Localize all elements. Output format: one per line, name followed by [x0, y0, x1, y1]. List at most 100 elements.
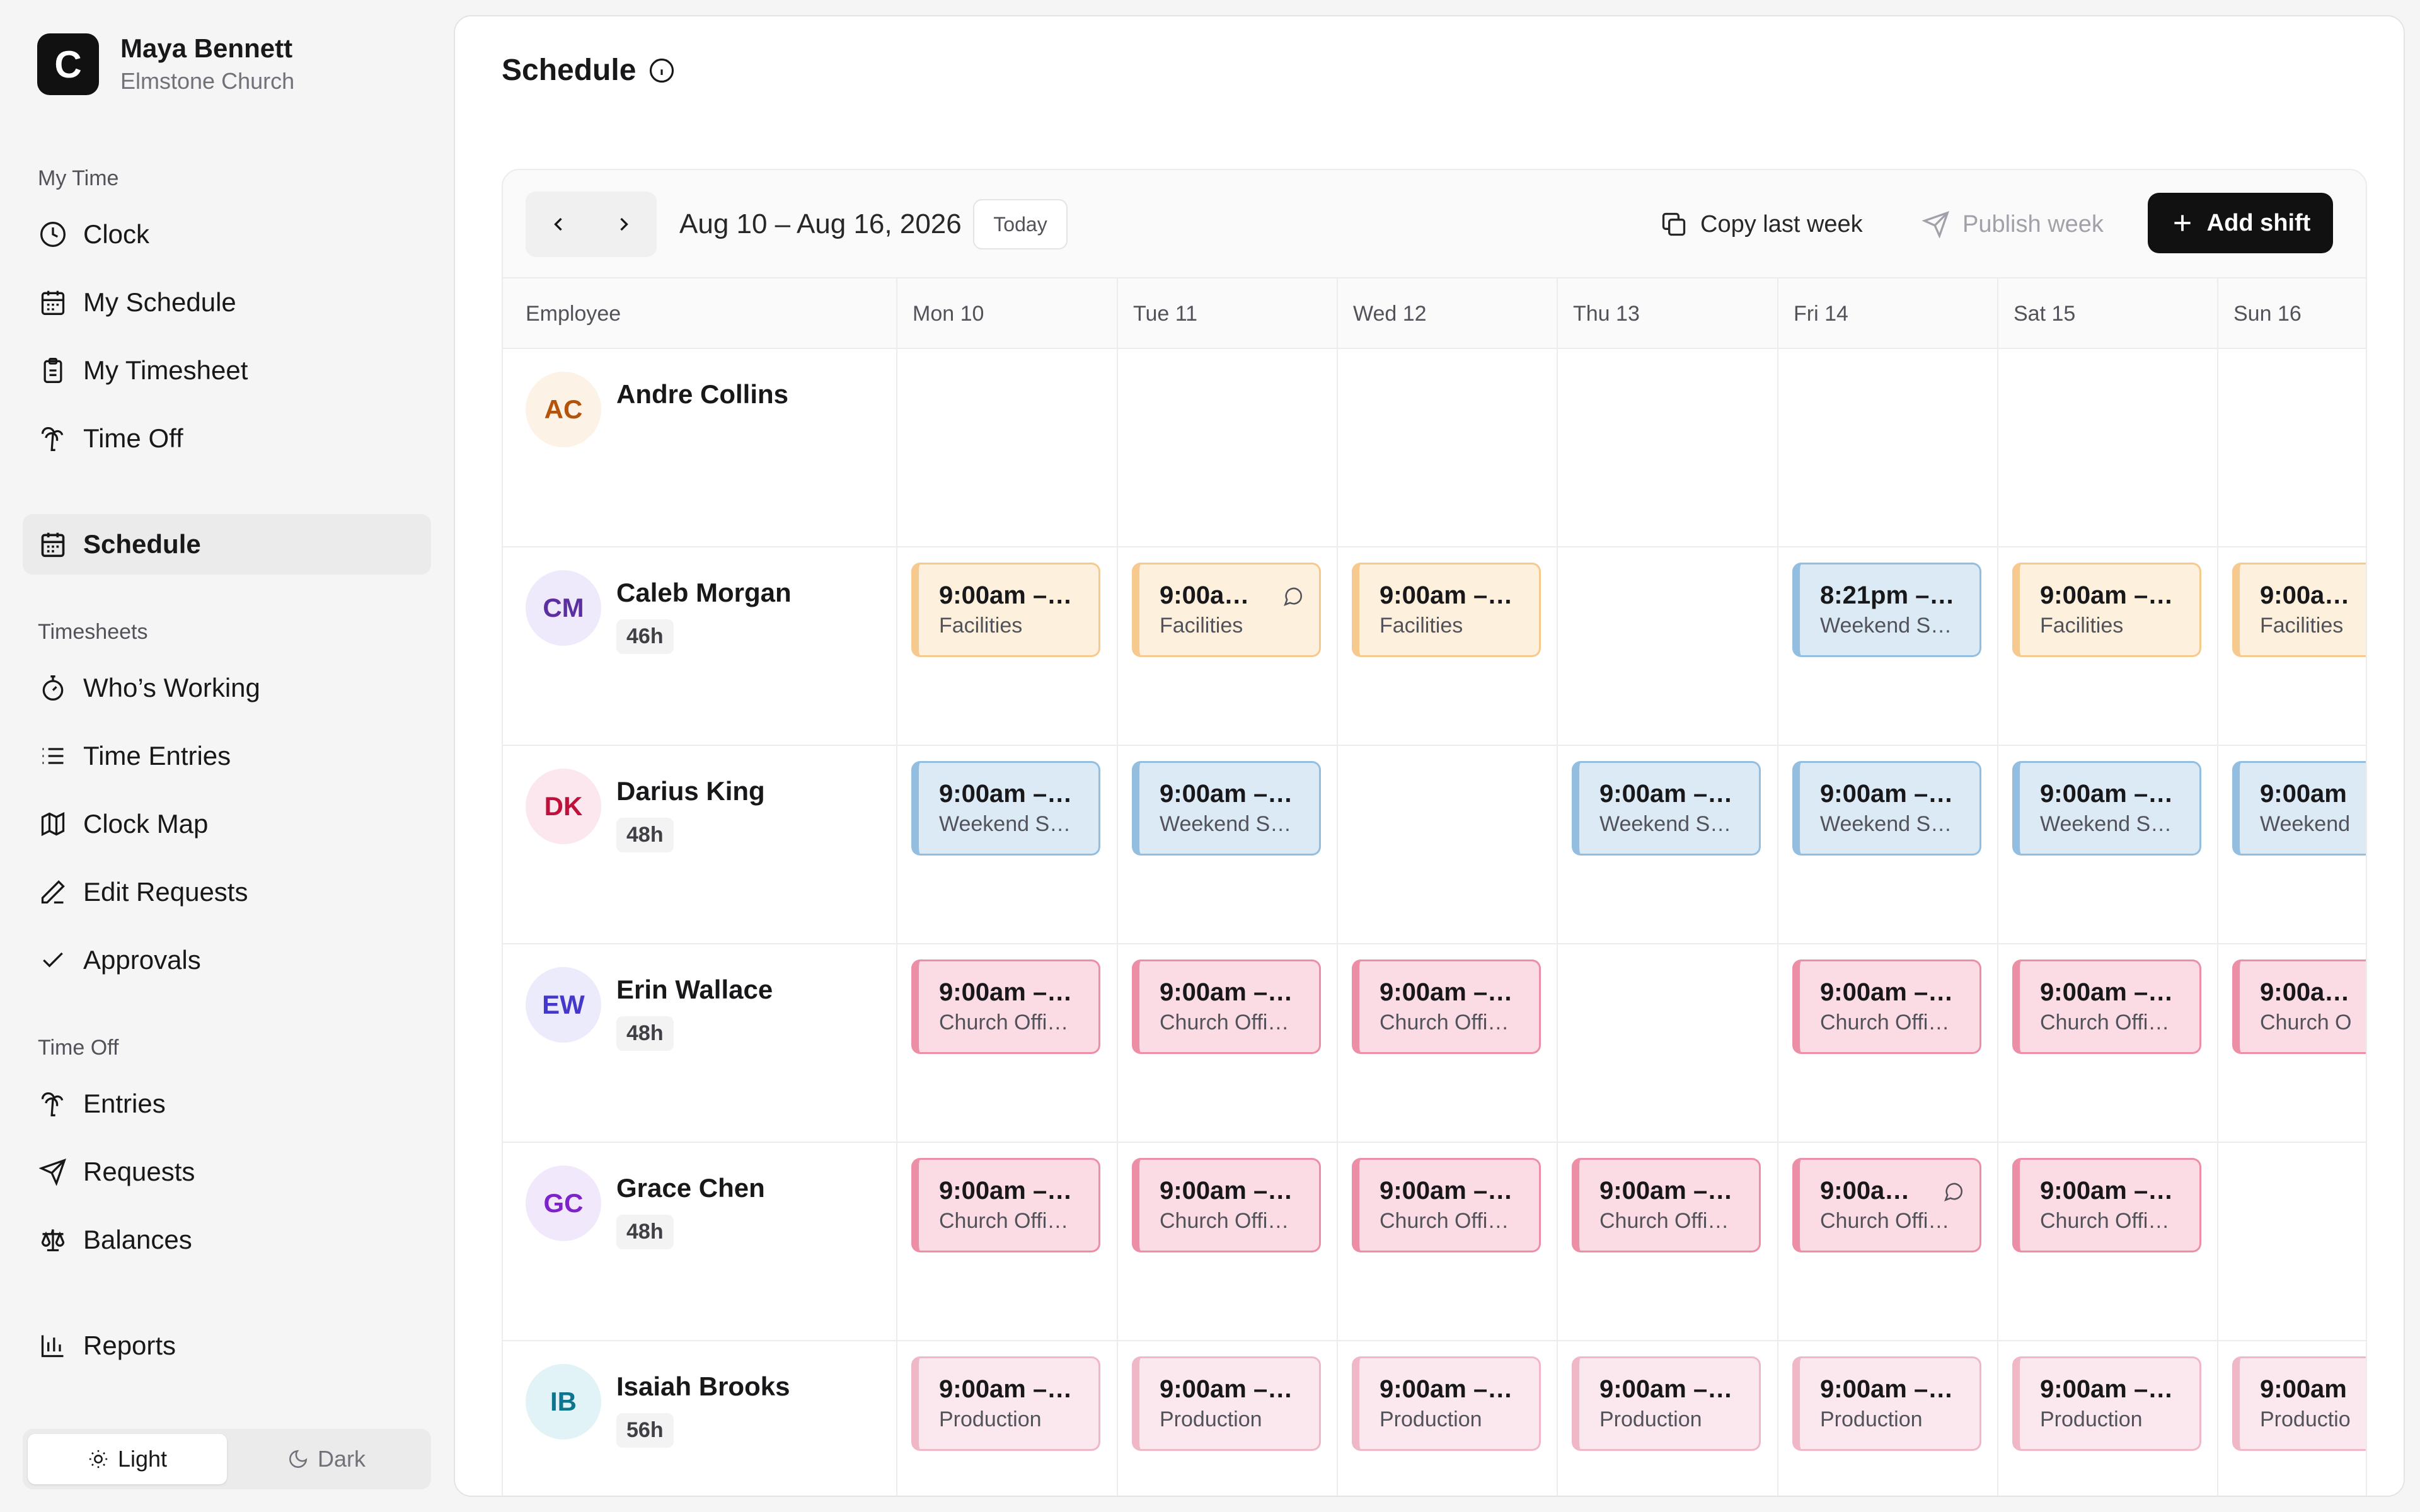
employee-cell[interactable]: AC Andre Collins — [526, 372, 788, 447]
table-row: AC Andre Collins — [503, 349, 2366, 547]
sidebar-item-label: Time Off — [83, 423, 183, 453]
shift-block[interactable]: 9:00am –… Facilities — [1352, 563, 1541, 657]
sidebar-item-clock-map[interactable]: Clock Map — [23, 794, 431, 854]
sidebar-item-label: Requests — [83, 1157, 195, 1186]
copy-last-week-button[interactable]: Copy last week — [1660, 199, 1863, 249]
shift-role: Weekend S… — [939, 812, 1071, 836]
add-shift-button[interactable]: Add shift — [2148, 193, 2333, 253]
column-divider — [896, 547, 897, 745]
shift-block[interactable]: 9:00am –… Weekend S… — [911, 761, 1100, 856]
sidebar-item-approvals[interactable]: Approvals — [23, 930, 431, 990]
shift-block[interactable]: 9:00am –… Production — [1352, 1356, 1541, 1451]
next-week-button[interactable] — [591, 192, 657, 257]
sidebar-item-reports[interactable]: Reports — [23, 1315, 431, 1376]
shift-block[interactable]: 9:00am –… Church Offi… — [1132, 959, 1321, 1054]
shift-block[interactable]: 9:00am –… Weekend S… — [1132, 761, 1321, 856]
column-divider — [1337, 547, 1338, 745]
palm-tree-icon — [38, 1089, 68, 1119]
shift-block[interactable]: 9:00am –… Church Offi… — [2012, 1158, 2201, 1252]
sidebar-item-clock[interactable]: Clock — [23, 204, 431, 265]
shift-block[interactable]: 9:00am Productio — [2232, 1356, 2366, 1451]
shift-block[interactable]: 9:00am –… Production — [911, 1356, 1100, 1451]
sidebar-item-entries[interactable]: Entries — [23, 1074, 431, 1134]
shift-block[interactable]: 9:00am –… Church Offi… — [1352, 1158, 1541, 1252]
shift-block[interactable]: 9:00am –… Church Offi… — [1572, 1158, 1761, 1252]
shift-block[interactable]: 9:00a… Church Offi… — [1792, 1158, 1981, 1252]
employee-cell[interactable]: DK Darius King 48h — [526, 769, 765, 852]
sidebar-item-time-off[interactable]: Time Off — [23, 408, 431, 469]
shift-block[interactable]: 9:00am –… Church Offi… — [2012, 959, 2201, 1054]
shift-block[interactable]: 9:00am –… Weekend S… — [2012, 761, 2201, 856]
avatar: CM — [526, 570, 601, 646]
publish-week-button[interactable]: Publish week — [1922, 199, 2104, 249]
sidebar-item-schedule[interactable]: Schedule — [23, 514, 431, 575]
today-button[interactable]: Today — [973, 199, 1068, 249]
list-icon — [38, 741, 68, 771]
shift-time: 9:00am –… — [1160, 978, 1293, 1006]
shift-time: 9:00am — [2260, 1375, 2347, 1403]
shift-block[interactable]: 9:00am –… Church Offi… — [1352, 959, 1541, 1054]
avatar: IB — [526, 1364, 601, 1440]
sidebar-item-time-entries[interactable]: Time Entries — [23, 726, 431, 786]
shift-block[interactable]: 9:00am –… Church Offi… — [1132, 1158, 1321, 1252]
shift-role: Production — [1820, 1407, 1923, 1431]
chevron-right-icon — [620, 217, 628, 231]
sidebar-item-my-timesheet[interactable]: My Timesheet — [23, 340, 431, 401]
theme-dark-option[interactable]: Dark — [227, 1434, 426, 1484]
theme-light-option[interactable]: Light — [28, 1434, 227, 1484]
employee-cell[interactable]: CM Caleb Morgan 46h — [526, 570, 792, 654]
shift-block[interactable]: 9:00am –… Church Offi… — [1792, 959, 1981, 1054]
shift-time: 9:00am –… — [939, 1177, 1073, 1205]
sidebar-item-whos-working[interactable]: Who’s Working — [23, 658, 431, 718]
employee-cell[interactable]: EW Erin Wallace 48h — [526, 967, 773, 1051]
sidebar-item-balances[interactable]: Balances — [23, 1210, 431, 1270]
shift-block[interactable]: 9:00a… Facilities — [1132, 563, 1321, 657]
sidebar-item-requests[interactable]: Requests — [23, 1142, 431, 1202]
shift-block[interactable]: 9:00am –… Production — [1792, 1356, 1981, 1451]
info-icon[interactable] — [648, 57, 675, 84]
sidebar-item-label: Reports — [83, 1331, 176, 1360]
hours-badge: 46h — [616, 619, 674, 654]
account-switcher[interactable]: C Maya Bennett Elmstone Church — [37, 32, 294, 96]
shift-block[interactable]: 9:00am –… Church Offi… — [911, 1158, 1100, 1252]
shift-block[interactable]: 9:00a… Church O — [2232, 959, 2366, 1054]
scale-icon — [38, 1225, 68, 1255]
shift-role: Church Offi… — [1380, 1209, 1509, 1233]
sidebar: C Maya Bennett Elmstone Church My Time C… — [0, 0, 454, 1512]
table-row: EW Erin Wallace 48h 9:00am –… Church Offi… 9:… — [503, 944, 2366, 1143]
sidebar-item-label: Clock Map — [83, 809, 209, 839]
stopwatch-icon — [38, 673, 68, 703]
copy-last-week-label: Copy last week — [1700, 210, 1863, 238]
shift-block[interactable]: 9:00am –… Weekend S… — [1572, 761, 1761, 856]
shift-block[interactable]: 9:00am –… Church Offi… — [911, 959, 1100, 1054]
column-divider — [1337, 944, 1338, 1142]
palm-tree-icon — [38, 423, 68, 454]
previous-week-button[interactable] — [526, 192, 591, 257]
sidebar-item-my-schedule[interactable]: My Schedule — [23, 272, 431, 333]
shift-time: 9:00am –… — [1380, 1177, 1513, 1205]
hours-badge: 48h — [616, 1016, 674, 1051]
page-title-text: Schedule — [502, 54, 637, 87]
pencil-icon — [38, 877, 68, 907]
column-divider — [1557, 1143, 1558, 1340]
shift-block[interactable]: 8:21pm –… Weekend S… — [1792, 563, 1981, 657]
sidebar-item-edit-requests[interactable]: Edit Requests — [23, 862, 431, 922]
column-divider — [2217, 349, 2218, 546]
shift-block[interactable]: 9:00a… Facilities — [2232, 563, 2366, 657]
shift-role: Church Offi… — [2040, 1209, 2170, 1233]
shift-block[interactable]: 9:00am Weekend — [2232, 761, 2366, 856]
table-row: GC Grace Chen 48h 9:00am –… Church Offi… 9:00… — [503, 1143, 2366, 1341]
shift-block[interactable]: 9:00am –… Production — [1132, 1356, 1321, 1451]
employee-cell[interactable]: IB Isaiah Brooks 56h — [526, 1364, 790, 1448]
shift-block[interactable]: 9:00am –… Production — [1572, 1356, 1761, 1451]
shift-block[interactable]: 9:00am –… Production — [2012, 1356, 2201, 1451]
chat-bubble-icon — [1282, 586, 1304, 607]
shift-block[interactable]: 9:00am –… Facilities — [2012, 563, 2201, 657]
shift-block[interactable]: 9:00am –… Weekend S… — [1792, 761, 1981, 856]
employee-cell[interactable]: GC Grace Chen 48h — [526, 1166, 765, 1249]
chat-bubble-icon — [1943, 1181, 1964, 1203]
shift-block[interactable]: 9:00am –… Facilities — [911, 563, 1100, 657]
column-divider — [1997, 547, 1998, 745]
employee-name: Isaiah Brooks — [616, 1372, 790, 1401]
column-divider — [1997, 1143, 1998, 1340]
